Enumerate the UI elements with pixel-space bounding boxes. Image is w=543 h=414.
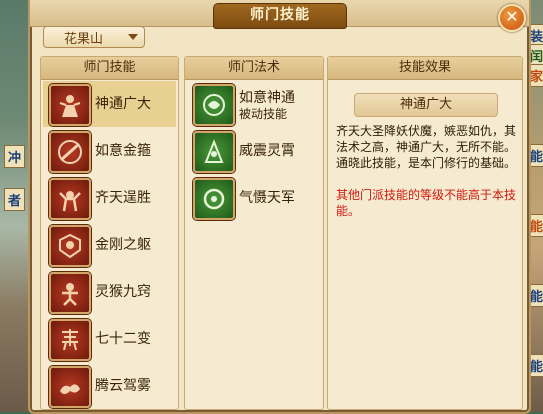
skill-item-jingu[interactable]: 如意金箍 <box>43 128 176 174</box>
background-tag: 者 <box>4 188 26 211</box>
skill-label: 齐天逞胜 <box>95 190 151 206</box>
spell-ruyi-icon <box>193 84 235 126</box>
spell-item-qishe[interactable]: 气慑天军 <box>187 175 320 221</box>
school-skills-header: 师门技能 <box>41 57 178 80</box>
skill-tengyun-icon <box>49 366 91 408</box>
skill-item-linghou[interactable]: 灵猴九窍 <box>43 269 176 315</box>
skill-description: 齐天大圣降妖伏魔，嫉恶如仇，其法术之高，神通广大，无所不能。通晓此技能，是本门修… <box>336 124 517 170</box>
skill-label: 灵猴九窍 <box>95 284 151 300</box>
school-spells-panel: 师门法术 如意神通 被动技能 威震灵霄 气慑天军 <box>184 56 324 410</box>
skill-72bian-icon <box>49 319 91 361</box>
spell-label: 威震灵霄 <box>239 143 295 159</box>
window-title: 师门技能 <box>213 3 347 29</box>
skill-label: 神通广大 <box>95 96 151 112</box>
skill-label: 金刚之躯 <box>95 237 151 253</box>
skill-item-tengyun[interactable]: 腾云驾雾 <box>43 363 176 409</box>
skill-label: 七十二变 <box>95 331 151 347</box>
close-button[interactable]: ✕ <box>498 4 526 32</box>
spell-label: 如意神通 <box>239 90 295 106</box>
spell-qishe-icon <box>193 178 235 220</box>
school-dropdown-value: 花果山 <box>64 32 104 47</box>
spell-item-weizhen[interactable]: 威震灵霄 <box>187 128 320 174</box>
skill-effect-panel: 技能效果 神通广大 齐天大圣降妖伏魔，嫉恶如仇，其法术之高，神通广大，无所不能。… <box>327 56 523 410</box>
skill-item-qitian[interactable]: 齐天逞胜 <box>43 175 176 221</box>
skill-effect-header: 技能效果 <box>328 57 522 80</box>
skill-jingu-icon <box>49 131 91 173</box>
skill-shentong-icon <box>49 84 91 126</box>
skill-item-jingang[interactable]: 金刚之躯 <box>43 222 176 268</box>
school-dropdown[interactable]: 花果山 <box>43 26 145 48</box>
skill-item-shentong[interactable]: 神通广大 <box>43 81 176 127</box>
skill-jingang-icon <box>49 225 91 267</box>
spell-weizhen-icon <box>193 131 235 173</box>
school-skills-panel: 师门技能 神通广大 如意金箍 齐天逞胜 金刚之躯 灵猴九窍 七十二变 腾云驾雾 <box>40 56 179 410</box>
skill-label: 腾云驾雾 <box>95 378 151 394</box>
school-skills-window: 师门技能 ✕ 花果山 师门技能 神通广大 如意金箍 齐天逞胜 金刚之躯 灵猴九窍… <box>28 0 531 414</box>
school-spells-header: 师门法术 <box>185 57 323 80</box>
spell-item-ruyi[interactable]: 如意神通 被动技能 <box>187 81 320 127</box>
spell-label: 气慑天军 <box>239 190 295 206</box>
background-tag: 冲 <box>4 145 26 168</box>
skill-linghou-icon <box>49 272 91 314</box>
selected-skill-name: 神通广大 <box>354 93 498 117</box>
spell-sub-label: 被动技能 <box>239 107 288 121</box>
skill-note: 其他门派技能的等级不能高于本技能。 <box>336 188 517 218</box>
skill-item-72bian[interactable]: 七十二变 <box>43 316 176 362</box>
skill-qitian-icon <box>49 178 91 220</box>
skill-label: 如意金箍 <box>95 143 151 159</box>
chevron-down-icon <box>128 34 138 40</box>
